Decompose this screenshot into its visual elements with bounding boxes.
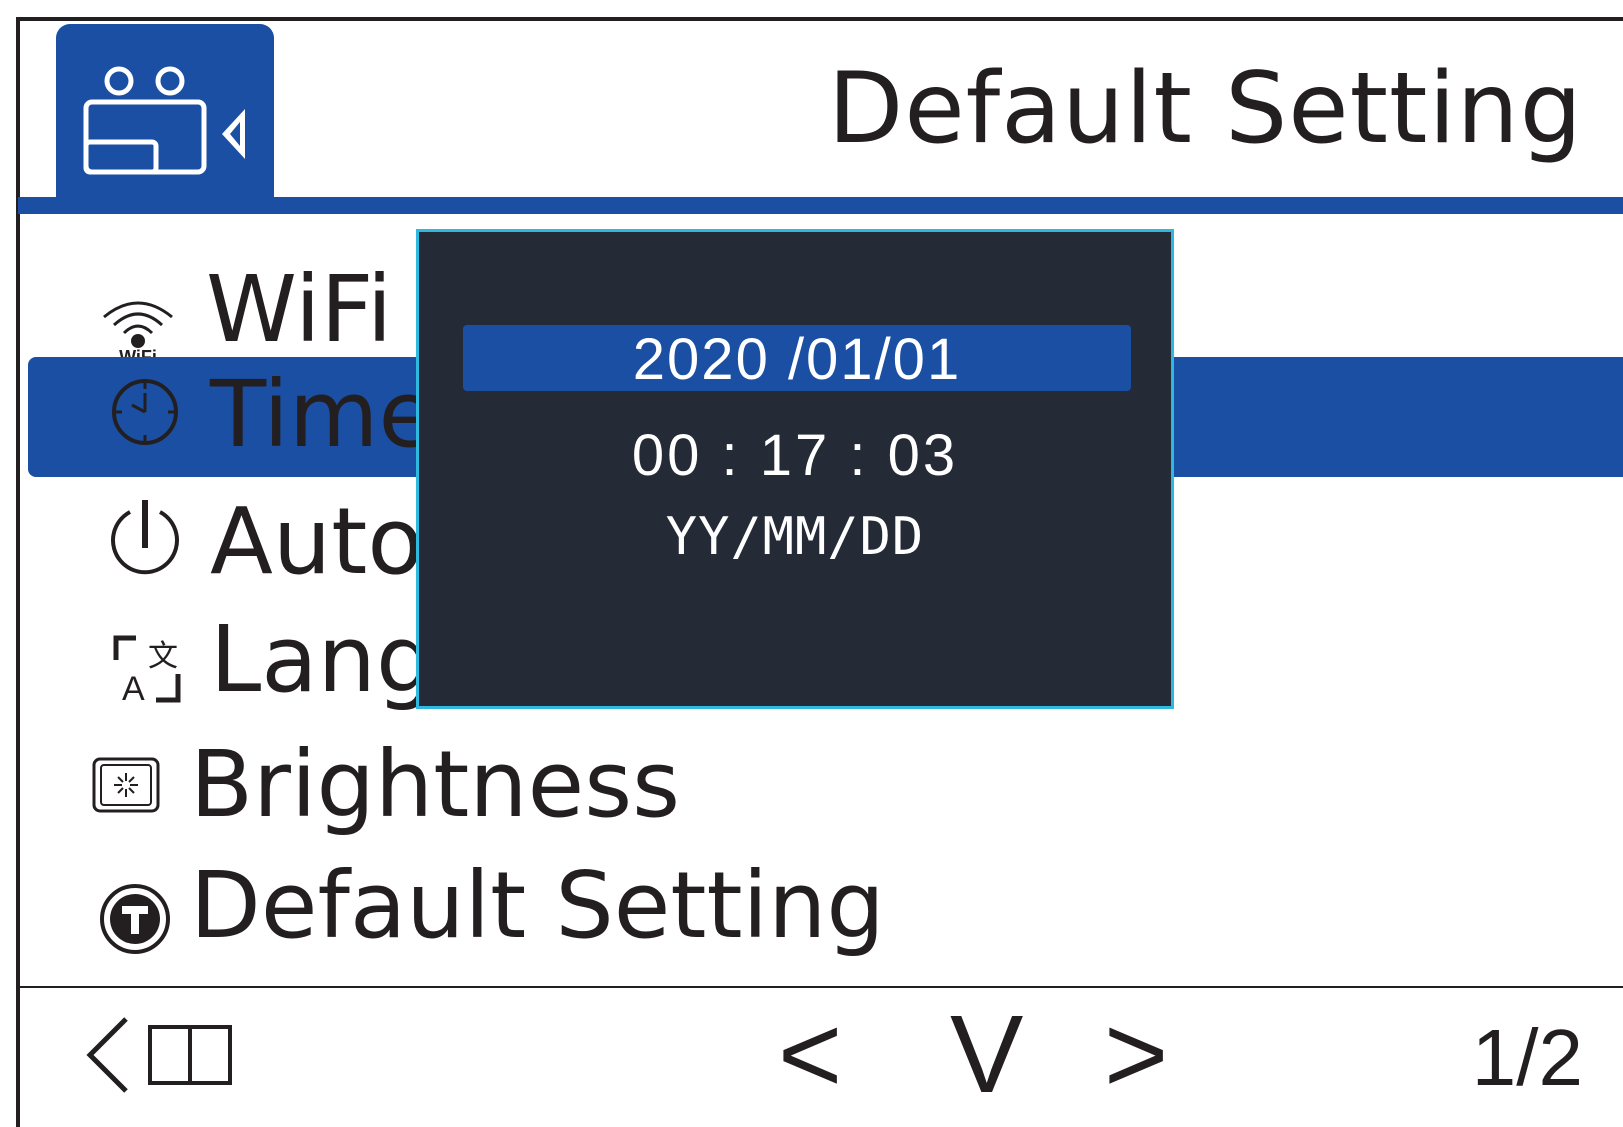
prev-button[interactable]: < xyxy=(778,1000,842,1110)
back-icon[interactable] xyxy=(84,1015,244,1095)
date-format-field[interactable]: YY/MM/DD xyxy=(419,507,1171,567)
menu-item-label: Default Setting xyxy=(190,852,885,959)
header-divider xyxy=(18,197,1623,214)
clock-icon xyxy=(112,379,178,445)
menu-item-label: Auto xyxy=(210,488,424,595)
svg-text:A: A xyxy=(122,670,145,706)
date-field[interactable]: 2020 /01/01 xyxy=(463,325,1131,392)
footer-divider xyxy=(18,986,1623,988)
page-title: Default Setting xyxy=(827,52,1583,166)
menu-item-brightness[interactable]: Brightness xyxy=(0,727,1623,847)
camera-setup-icon xyxy=(83,66,245,175)
menu-item-label: WiFi xyxy=(206,256,393,363)
mode-tab[interactable] xyxy=(56,24,274,202)
reset-icon xyxy=(100,884,170,954)
menu-item-label: Time xyxy=(210,361,436,468)
page-indicator: 1/2 xyxy=(1471,1013,1583,1102)
menu-item-label: Lang xyxy=(210,606,435,713)
confirm-button[interactable]: V xyxy=(950,1000,1023,1110)
wifi-icon: WiFi xyxy=(103,301,173,363)
brightness-icon xyxy=(92,757,160,813)
time-field[interactable]: 00 : 17 : 03 xyxy=(419,422,1171,489)
menu-item-default-setting[interactable]: Default Setting xyxy=(0,852,1623,972)
power-icon xyxy=(111,500,179,575)
next-button[interactable]: > xyxy=(1104,1000,1168,1110)
svg-text:文: 文 xyxy=(148,639,178,674)
language-icon: A 文 xyxy=(113,635,181,706)
menu-item-label: Brightness xyxy=(190,731,681,838)
time-setting-dialog: 2020 /01/01 00 : 17 : 03 YY/MM/DD xyxy=(416,229,1174,709)
